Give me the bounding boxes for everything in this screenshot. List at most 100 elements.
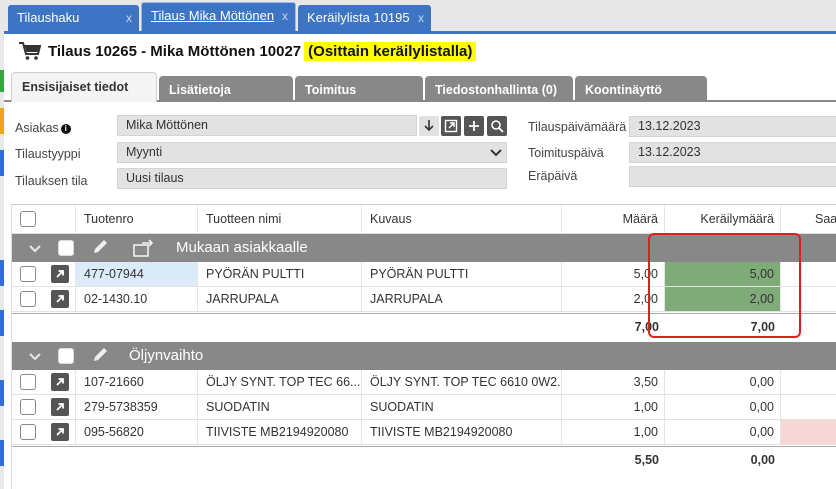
header-tuotenro[interactable]: Tuotenro xyxy=(76,205,198,234)
header-tuotteen-nimi[interactable]: Tuotteen nimi xyxy=(198,205,362,234)
close-icon[interactable]: x xyxy=(126,5,132,31)
open-row-icon[interactable] xyxy=(51,373,69,391)
cell-kerailymaara[interactable]: 2,00 xyxy=(665,287,781,311)
tilauksen-tila-field[interactable]: Uusi tilaus xyxy=(117,168,507,189)
tilauspaivamaara-field[interactable]: 13.12.2023 xyxy=(629,116,836,137)
sum-kerailymaara: 7,00 xyxy=(750,320,775,334)
cell-kuvaus: ÖLJY SYNT. TOP TEC 6610 0W2... xyxy=(362,370,562,394)
order-title: Tilaus 10265 - Mika Möttönen 10027 xyxy=(48,42,302,60)
table-row[interactable]: 095-56820 TIIVISTE MB2194920080 TIIVISTE… xyxy=(12,420,836,445)
row-checkbox[interactable] xyxy=(20,374,36,390)
cell-kerailymaara[interactable]: 0,00 xyxy=(665,420,781,444)
tab-koontinaytto[interactable]: Koontinäyttö xyxy=(575,76,707,102)
cell-maara: 5,00 xyxy=(562,262,665,286)
close-icon[interactable]: x xyxy=(282,3,288,29)
tab-tiedostonhallinta[interactable]: Tiedostonhallinta (0) xyxy=(425,76,573,102)
erapaiva-field[interactable] xyxy=(629,166,836,187)
move-to-icon[interactable] xyxy=(132,238,156,258)
table-row[interactable]: 107-21660 ÖLJY SYNT. TOP TEC 66... ÖLJY … xyxy=(12,370,836,395)
group-name: Mukaan asiakkaalle xyxy=(176,239,308,256)
cell-maara: 1,00 xyxy=(562,420,665,444)
order-lines-grid: Tuotenro Tuotteen nimi Kuvaus Määrä Kerä… xyxy=(11,204,836,489)
info-icon[interactable]: i xyxy=(60,124,71,134)
tilaustyyppi-select[interactable]: Myynti xyxy=(117,142,507,163)
row-controls xyxy=(12,420,76,444)
cell-extra xyxy=(781,395,836,419)
open-row-icon[interactable] xyxy=(51,423,69,441)
cell-tuotenro[interactable]: 107-21660 xyxy=(76,370,198,394)
open-row-icon[interactable] xyxy=(51,398,69,416)
sum-maara: 5,50 xyxy=(634,453,659,467)
tab-lisatietoja[interactable]: Lisätietoja xyxy=(159,76,293,102)
row-controls xyxy=(12,395,76,419)
cell-kuvaus: PYÖRÄN PULTTI xyxy=(362,262,562,286)
row-checkbox[interactable] xyxy=(20,266,36,282)
tilauspaivamaara-label: Tilauspäivämäärä xyxy=(528,120,627,134)
row-checkbox[interactable] xyxy=(20,291,36,307)
cell-kerailymaara[interactable]: 0,00 xyxy=(665,395,781,419)
cell-tuotenro[interactable]: 02-1430.10 xyxy=(76,287,198,311)
chevron-down-icon[interactable] xyxy=(28,242,42,256)
section-tab-bar: Ensisijaiset tiedot Lisätietoja Toimitus… xyxy=(4,72,836,102)
group-checkbox[interactable] xyxy=(58,240,74,256)
asiakas-field[interactable]: Mika Möttönen xyxy=(117,115,417,136)
header-kuvaus[interactable]: Kuvaus xyxy=(362,205,562,234)
cell-nimi: SUODATIN xyxy=(198,395,362,419)
tab-label: Tilaus Mika Möttönen xyxy=(151,8,275,23)
chevron-down-icon[interactable] xyxy=(28,350,42,364)
cell-kerailymaara[interactable]: 0,00 xyxy=(665,370,781,394)
select-all-checkbox[interactable] xyxy=(20,211,36,227)
open-row-icon[interactable] xyxy=(51,265,69,283)
toimituspaiva-label: Toimituspäivä xyxy=(528,146,604,160)
cell-tuotenro[interactable]: 477-07944 xyxy=(76,262,198,286)
tab-toimitus[interactable]: Toimitus xyxy=(295,76,423,102)
chevron-down-icon xyxy=(490,149,502,157)
row-checkbox[interactable] xyxy=(20,424,36,440)
asiakas-label: Asiakas i xyxy=(15,121,71,135)
row-controls xyxy=(12,370,76,394)
shopping-cart-icon xyxy=(19,42,42,60)
toimituspaiva-field[interactable]: 13.12.2023 xyxy=(629,142,836,163)
cell-kerailymaara[interactable]: 5,00 xyxy=(665,262,781,286)
cell-kuvaus: JARRUPALA xyxy=(362,287,562,311)
tilauksen-tila-label: Tilauksen tila xyxy=(15,174,88,188)
search-icon[interactable] xyxy=(487,116,507,136)
cell-maara: 3,50 xyxy=(562,370,665,394)
table-row[interactable]: 477-07944 PYÖRÄN PULTTI PYÖRÄN PULTTI 5,… xyxy=(12,262,836,287)
cell-maara: 1,00 xyxy=(562,395,665,419)
open-external-icon[interactable] xyxy=(441,116,461,136)
tab-kerailylista[interactable]: Keräilylista 10195 x xyxy=(298,5,431,31)
tab-ensisijaiset-tiedot[interactable]: Ensisijaiset tiedot xyxy=(11,72,157,102)
download-icon[interactable] xyxy=(419,116,439,136)
table-row[interactable]: 279-5738359 SUODATIN SUODATIN 1,00 0,00 xyxy=(12,395,836,420)
cell-nimi: JARRUPALA xyxy=(198,287,362,311)
sum-maara: 7,00 xyxy=(634,320,659,334)
cell-nimi: TIIVISTE MB2194920080 xyxy=(198,420,362,444)
pencil-icon[interactable] xyxy=(91,346,109,364)
tab-tilaus-mika-mottonen[interactable]: Tilaus Mika Möttönen x xyxy=(141,2,296,31)
cell-tuotenro[interactable]: 279-5738359 xyxy=(76,395,198,419)
grid-header: Tuotenro Tuotteen nimi Kuvaus Määrä Kerä… xyxy=(12,204,836,234)
select-all-cell xyxy=(12,205,76,234)
cell-nimi: PYÖRÄN PULTTI xyxy=(198,262,362,286)
pencil-icon[interactable] xyxy=(91,238,109,256)
cell-extra xyxy=(781,370,836,394)
add-icon[interactable] xyxy=(464,116,484,136)
table-row[interactable]: 02-1430.10 JARRUPALA JARRUPALA 2,00 2,00 xyxy=(12,287,836,312)
open-row-icon[interactable] xyxy=(51,290,69,308)
cell-tuotenro[interactable]: 095-56820 xyxy=(76,420,198,444)
close-icon[interactable]: x xyxy=(418,5,424,31)
row-checkbox[interactable] xyxy=(20,399,36,415)
status-badge: (Osittain keräilylistalla) xyxy=(304,41,477,61)
row-controls xyxy=(12,287,76,311)
tab-label: Tilaushaku xyxy=(17,10,80,25)
sum-kerailymaara: 0,00 xyxy=(750,453,775,467)
header-maara[interactable]: Määrä xyxy=(562,205,665,234)
cell-nimi: ÖLJY SYNT. TOP TEC 66... xyxy=(198,370,362,394)
group-checkbox[interactable] xyxy=(58,348,74,364)
tab-label: Keräilylista 10195 xyxy=(307,10,410,25)
tab-tilaushaku[interactable]: Tilaushaku x xyxy=(8,5,139,31)
header-saa[interactable]: Saa xyxy=(781,205,836,234)
header-kerailymaara[interactable]: Keräilymäärä xyxy=(665,205,781,234)
cell-extra xyxy=(781,420,836,444)
